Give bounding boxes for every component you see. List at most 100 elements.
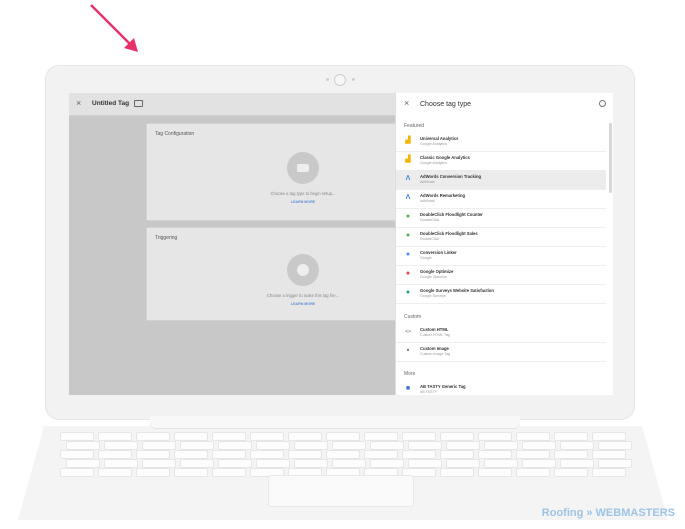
panel-title: Choose tag type — [420, 101, 471, 108]
trigger-learn-more-link[interactable]: LEARN MORE — [203, 302, 403, 306]
keyboard-key — [440, 450, 474, 459]
analytics-icon: ▟ — [405, 137, 411, 144]
keyboard-key — [478, 450, 512, 459]
section-custom: Custom — [404, 314, 422, 320]
list-item[interactable]: ▪ Custom Image Custom Image Tag — [396, 342, 606, 362]
keyboard-key — [66, 441, 100, 450]
keyboard-key — [522, 441, 556, 450]
trigger-hint: Choose a trigger to make this tag fire..… — [266, 293, 340, 298]
triggering-card[interactable]: Triggering Choose a trigger to make this… — [146, 227, 398, 321]
keyboard-key — [478, 432, 512, 441]
list-item[interactable]: ● DoubleClick Floodlight Counter DoubleC… — [396, 208, 606, 228]
keyboard-key — [212, 450, 246, 459]
list-item[interactable]: ▟ Universal Analytics Google Analytics — [396, 132, 606, 152]
list-item[interactable]: ▟ Classic Google Analytics Google Analyt… — [396, 151, 606, 171]
tag-type-hint: Choose a tag type to begin setup... — [270, 191, 336, 196]
keyboard-key — [174, 450, 208, 459]
surveys-icon: ● — [405, 289, 411, 296]
keyboard-key — [294, 441, 328, 450]
keyboard-key — [326, 450, 360, 459]
doubleclick-icon: ● — [405, 213, 411, 220]
laptop-screen: × Untitled Tag Tag Configuration Choose … — [69, 93, 613, 395]
keyboard-key — [408, 441, 442, 450]
list-item[interactable]: Λ AdWords Remarketing AdWords — [396, 189, 606, 209]
keyboard-key — [98, 432, 132, 441]
panel-close-icon[interactable]: × — [404, 98, 409, 108]
panel-scrollbar[interactable] — [609, 123, 612, 193]
pointer-arrow — [90, 4, 138, 52]
keyboard-key — [408, 459, 442, 468]
keyboard-key — [60, 450, 94, 459]
list-item[interactable]: <> Custom HTML Custom HTML Tag — [396, 323, 606, 343]
keyboard — [60, 432, 632, 477]
list-item[interactable]: ● Conversion Linker Google — [396, 246, 606, 266]
keyboard-key — [516, 468, 550, 477]
keyboard-key — [560, 459, 594, 468]
keyboard-key — [294, 459, 328, 468]
keyboard-key — [66, 459, 100, 468]
doubleclick-icon: ● — [405, 232, 411, 239]
keyboard-key — [592, 432, 626, 441]
watermark: Roofing » WEBMASTERS — [541, 507, 675, 519]
close-icon[interactable]: × — [76, 98, 81, 108]
abtasty-icon: ■ — [405, 385, 411, 392]
keyboard-key — [288, 450, 322, 459]
linker-icon: ● — [405, 251, 411, 258]
keyboard-key — [554, 432, 588, 441]
keyboard-key — [364, 450, 398, 459]
list-item[interactable]: ● Google Optimize Google Optimize — [396, 265, 606, 285]
list-item[interactable]: ● Google Surveys Website Satisfaction Go… — [396, 284, 606, 304]
keyboard-key — [180, 459, 214, 468]
keyboard-key — [598, 459, 632, 468]
webcam-led — [326, 78, 329, 81]
keyboard-key — [478, 468, 512, 477]
keyboard-key — [136, 468, 170, 477]
webcam — [334, 74, 346, 86]
keyboard-key — [174, 432, 208, 441]
section-more: More — [404, 371, 416, 377]
tag-title[interactable]: Untitled Tag — [92, 100, 129, 107]
keyboard-key — [440, 432, 474, 441]
adwords-icon: Λ — [405, 175, 411, 182]
keyboard-key — [218, 459, 252, 468]
tag-type-placeholder-icon[interactable] — [287, 152, 319, 184]
keyboard-key — [560, 441, 594, 450]
keyboard-key — [212, 468, 246, 477]
keyboard-key — [212, 432, 246, 441]
keyboard-key — [332, 459, 366, 468]
keyboard-key — [554, 468, 588, 477]
adwords-icon: Λ — [405, 194, 411, 201]
choose-tag-type-panel: × Choose tag type Featured ▟ Universal A… — [395, 93, 613, 395]
keyboard-key — [598, 441, 632, 450]
keyboard-key — [592, 450, 626, 459]
trackpad — [268, 475, 414, 507]
keyboard-key — [516, 450, 550, 459]
keyboard-key — [250, 432, 284, 441]
keyboard-key — [484, 441, 518, 450]
analytics-icon: ▟ — [405, 156, 411, 163]
keyboard-key — [484, 459, 518, 468]
folder-icon[interactable] — [134, 100, 143, 107]
tag-learn-more-link[interactable]: LEARN MORE — [203, 200, 403, 204]
laptop-hinge — [150, 416, 520, 428]
search-icon[interactable] — [599, 100, 606, 107]
tag-configuration-card[interactable]: Tag Configuration Choose a tag type to b… — [146, 123, 398, 221]
list-item[interactable]: ● DoubleClick Floodlight Sales DoubleCli… — [396, 227, 606, 247]
list-item[interactable]: ■ AB TASTY Generic Tag AB TASTY — [396, 380, 606, 395]
keyboard-key — [288, 432, 322, 441]
keyboard-key — [326, 432, 360, 441]
trigger-placeholder-icon[interactable] — [287, 254, 319, 286]
webcam-sensor — [352, 78, 355, 81]
keyboard-key — [592, 468, 626, 477]
image-icon: ▪ — [406, 347, 410, 354]
keyboard-key — [218, 441, 252, 450]
keyboard-key — [250, 450, 284, 459]
optimize-icon: ● — [405, 270, 411, 277]
keyboard-key — [60, 432, 94, 441]
tag-configuration-heading: Tag Configuration — [155, 131, 195, 137]
code-icon: <> — [405, 329, 411, 335]
keyboard-key — [516, 432, 550, 441]
keyboard-key — [446, 459, 480, 468]
keyboard-key — [142, 441, 176, 450]
list-item[interactable]: Λ AdWords Conversion Tracking AdWords — [396, 170, 606, 190]
